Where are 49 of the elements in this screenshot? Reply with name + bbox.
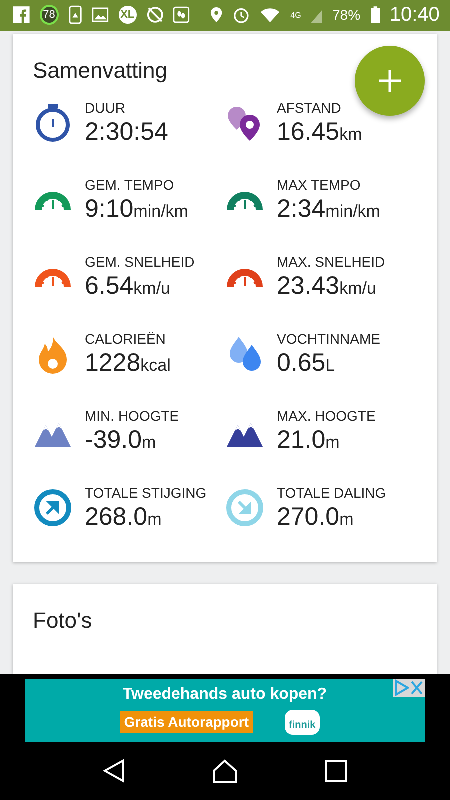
stat-value: 23.43km/u	[277, 272, 378, 301]
stat-label: DUUR	[85, 100, 126, 116]
close-icon	[409, 678, 425, 697]
ad-cta[interactable]: Gratis Autorapport	[120, 711, 254, 734]
stat-value: 0.65L	[277, 348, 336, 378]
stat-label: VOCHTINNAME	[277, 330, 380, 347]
stat-label: TOTALE DALING	[277, 484, 386, 501]
ad-headline: Tweedehands auto kopen?	[122, 686, 328, 704]
clock-time: 10:40	[390, 4, 440, 27]
stat-label: GEM. TEMPO	[85, 176, 176, 193]
plus-icon	[379, 70, 401, 92]
stat-value: 16.45km	[277, 118, 362, 147]
card-title: Samenvatting	[33, 58, 168, 84]
stat-value: 6.54km/u	[85, 272, 172, 301]
stat-value: 2:30:54	[85, 118, 168, 147]
battery-percent: 78%	[332, 7, 361, 24]
battery-icon	[370, 6, 380, 24]
card-title: Foto's	[33, 608, 92, 634]
stat-value: 1228kcal	[85, 348, 171, 378]
stat-label: MAX TEMPO	[277, 176, 362, 193]
alarm-icon	[233, 6, 250, 24]
stat-label: AFSTAND	[277, 100, 342, 116]
stat-value: 2:34min/km	[277, 194, 380, 224]
recents-icon[interactable]	[324, 760, 347, 782]
stat-label: MIN. HOOGTE	[85, 408, 180, 424]
ad-logo: finnik	[285, 710, 320, 735]
facebook-icon	[13, 6, 30, 24]
stat-value: -39.0m	[85, 426, 158, 455]
notification-badge: 78	[40, 5, 59, 26]
stat-label: MAX. SNELHEID	[277, 254, 386, 270]
stat-label: CALORIEËN	[85, 330, 167, 347]
stat-value: 21.0m	[277, 426, 341, 455]
back-icon[interactable]	[103, 758, 126, 783]
phone-icon	[68, 5, 82, 26]
stat-label: TOTALE STIJGING	[85, 484, 207, 501]
wifi-icon	[260, 6, 281, 24]
stat-label: MAX. HOOGTE	[277, 408, 376, 424]
stat-value: 270.0m	[277, 502, 355, 532]
network-type: 4G	[290, 10, 302, 20]
ad-choices-icon	[393, 678, 409, 697]
stat-label: GEM. SNELHEID	[85, 254, 195, 270]
location-icon	[210, 6, 224, 24]
stat-value: 268.0m	[85, 502, 163, 532]
footprints-icon	[173, 6, 190, 24]
ad-banner[interactable]: Tweedehands auto kopen? Gratis Autorapport finnik	[25, 678, 425, 742]
xl-icon: XL	[118, 6, 137, 24]
stat-value: 9:10min/km	[85, 194, 188, 224]
image-icon	[92, 6, 109, 24]
home-icon[interactable]	[212, 758, 238, 783]
